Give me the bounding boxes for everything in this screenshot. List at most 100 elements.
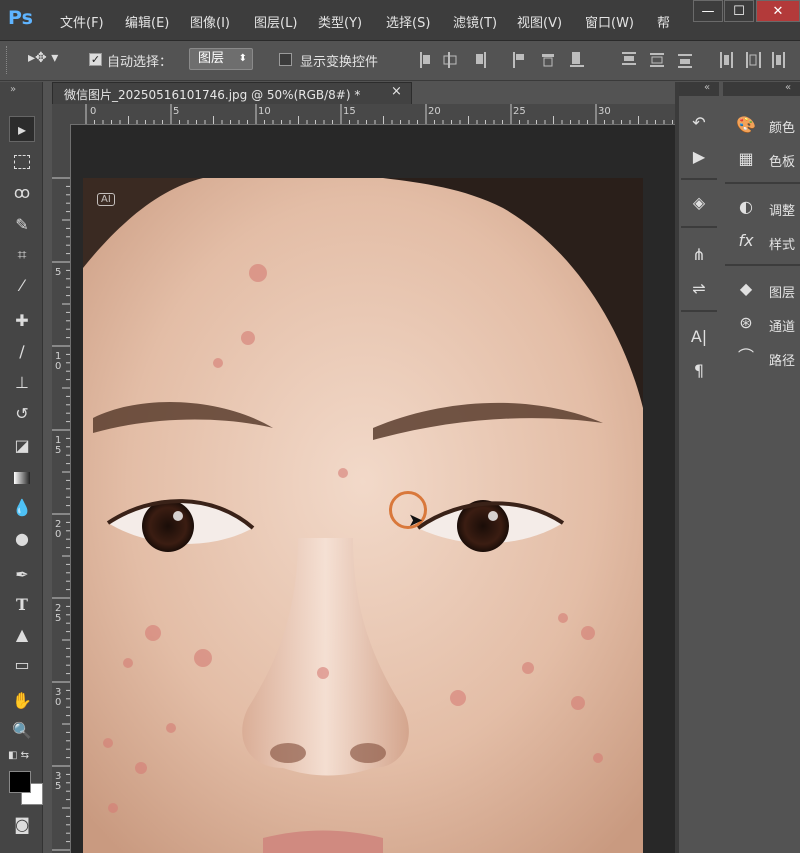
mouse-pointer-icon: ➤ <box>408 510 424 531</box>
ruler-top-label: 15 <box>343 106 356 117</box>
ai-watermark-badge: AI <box>97 193 115 206</box>
dock-separator <box>681 226 717 228</box>
pen-tool-icon[interactable]: ✒ <box>9 562 35 588</box>
ruler-left-label: 35 <box>55 771 62 792</box>
auto-select-dropdown[interactable]: 图层 ⬍ <box>189 48 253 70</box>
dock-separator <box>681 178 717 180</box>
collapse-dock-icon[interactable]: « <box>704 82 710 93</box>
ruler-top-label: 20 <box>428 106 441 117</box>
dock-separator <box>681 310 717 312</box>
document-canvas-image[interactable] <box>83 178 643 853</box>
actions-play-icon[interactable]: ▶ <box>686 144 712 170</box>
brush-tool-icon[interactable]: ∕ <box>9 339 35 365</box>
ruler-top-label: 30 <box>598 106 611 117</box>
ruler-top-label: 10 <box>258 106 271 117</box>
dock-separator <box>725 264 800 266</box>
history-brush-tool-icon[interactable]: ↺ <box>9 401 35 427</box>
move-tool-icon[interactable]: ▸ <box>9 116 35 142</box>
layers-icon[interactable]: ◆ <box>733 276 759 302</box>
eyedropper-tool-icon[interactable]: ⁄ <box>9 273 35 299</box>
ruler-left-label: 20 <box>55 519 62 540</box>
type-tool-icon[interactable]: T <box>9 592 35 618</box>
auto-select-value: 图层 <box>198 51 225 66</box>
panel-label-adjustments[interactable]: 调整 <box>769 200 795 219</box>
menu-edit[interactable]: 编辑(E) <box>125 12 169 31</box>
vertical-ruler-ticks <box>52 177 70 851</box>
dodge-tool-icon[interactable]: ● <box>9 526 35 552</box>
options-grip[interactable] <box>6 46 10 74</box>
quick-mask-icon[interactable]: ◙ <box>9 812 35 838</box>
healing-brush-tool-icon[interactable]: ✚ <box>9 308 35 334</box>
ruler-left-label: 15 <box>55 435 62 456</box>
collapse-toolbar-icon[interactable]: » <box>10 84 16 95</box>
menu-window[interactable]: 窗口(W) <box>585 12 634 31</box>
document-tab-title: 微信图片_20250516101746.jpg @ 50%(RGB/8#) * <box>64 88 361 102</box>
history-panel-icon[interactable]: ↶ <box>686 110 712 136</box>
ruler-origin[interactable] <box>52 104 70 124</box>
face-photo <box>83 178 643 853</box>
ruler-top-label: 5 <box>173 106 180 117</box>
clone-stamp-tool-icon[interactable]: ⊥ <box>9 370 35 396</box>
ruler-left-label: 25 <box>55 603 62 624</box>
zoom-tool-icon[interactable]: 🔍 <box>9 718 35 744</box>
ruler-left-label: 5 <box>55 267 62 278</box>
align-distribute-icons[interactable] <box>414 48 800 72</box>
ruler-left-label: 30 <box>55 687 62 708</box>
move-tool-preset-icon[interactable]: ▸✥ ▾ <box>28 50 58 66</box>
properties-panel-icon[interactable]: ◈ <box>686 190 712 216</box>
menu-select[interactable]: 选择(S) <box>386 12 430 31</box>
show-transform-label: 显示变换控件 <box>300 55 379 70</box>
gradient-tool-icon[interactable] <box>9 464 35 490</box>
adjustments-icon[interactable]: ◐ <box>733 194 759 220</box>
dock-header[interactable] <box>679 82 719 96</box>
close-button[interactable]: ✕ <box>756 0 800 22</box>
collapse-dock-icon[interactable]: « <box>785 82 791 93</box>
hand-tool-icon[interactable]: ✋ <box>9 688 35 714</box>
maximize-button[interactable]: ☐ <box>724 0 754 22</box>
shape-tool-icon[interactable]: ▭ <box>9 652 35 678</box>
path-selection-tool-icon[interactable]: ▲ <box>9 622 35 648</box>
brush-settings-icon[interactable]: ⇌ <box>686 276 712 302</box>
blur-tool-icon[interactable]: 💧 <box>9 495 35 521</box>
close-tab-icon[interactable]: × <box>391 84 402 99</box>
dock-separator <box>725 182 800 184</box>
channels-icon[interactable]: ⊛ <box>733 310 759 336</box>
paths-icon[interactable]: ⌒ <box>733 344 759 370</box>
ruler-top-label: 25 <box>513 106 526 117</box>
panel-label-channels[interactable]: 通道 <box>769 316 795 335</box>
menu-file[interactable]: 文件(F) <box>60 12 104 31</box>
panel-label-color[interactable]: 颜色 <box>769 117 795 136</box>
quick-selection-tool-icon[interactable]: ✎ <box>9 212 35 238</box>
menu-image[interactable]: 图像(I) <box>190 12 230 31</box>
panel-label-swatches[interactable]: 色板 <box>769 151 795 170</box>
marquee-tool-icon[interactable] <box>9 148 35 174</box>
horizontal-ruler-ticks <box>85 104 673 124</box>
eraser-tool-icon[interactable]: ◪ <box>9 433 35 459</box>
panel-label-layers[interactable]: 图层 <box>769 282 795 301</box>
ruler-left-label: 10 <box>55 351 62 372</box>
brush-presets-icon[interactable]: ⋔ <box>686 242 712 268</box>
crop-tool-icon[interactable]: ⌗ <box>9 242 35 268</box>
lasso-tool-icon[interactable]: ꝏ <box>9 180 35 206</box>
panel-label-styles[interactable]: 样式 <box>769 234 795 253</box>
default-colors-icon[interactable]: ◧ ⇆ <box>8 750 29 761</box>
menu-type[interactable]: 类型(Y) <box>318 12 362 31</box>
paragraph-panel-icon[interactable]: ¶ <box>686 358 712 384</box>
palette-icon[interactable]: 🎨 <box>733 112 759 138</box>
menu-filter[interactable]: 滤镜(T) <box>453 12 497 31</box>
menu-view[interactable]: 视图(V) <box>517 12 562 31</box>
auto-select-checkbox[interactable]: ✓ <box>89 53 102 66</box>
ruler-top-label: 0 <box>90 106 97 117</box>
panel-label-paths[interactable]: 路径 <box>769 350 795 369</box>
foreground-color-swatch[interactable] <box>9 771 31 793</box>
auto-select-label: 自动选择： <box>107 55 173 70</box>
styles-icon[interactable]: fx <box>733 228 759 254</box>
menu-help[interactable]: 帮 <box>657 12 670 31</box>
minimize-button[interactable]: — <box>693 0 723 22</box>
show-transform-checkbox[interactable] <box>279 53 292 66</box>
photoshop-logo: Ps <box>8 7 33 29</box>
dropdown-arrow-icon: ⬍ <box>238 53 247 64</box>
menu-layer[interactable]: 图层(L) <box>254 12 297 31</box>
character-panel-icon[interactable]: A| <box>686 324 712 350</box>
swatches-icon[interactable]: ▦ <box>733 146 759 172</box>
